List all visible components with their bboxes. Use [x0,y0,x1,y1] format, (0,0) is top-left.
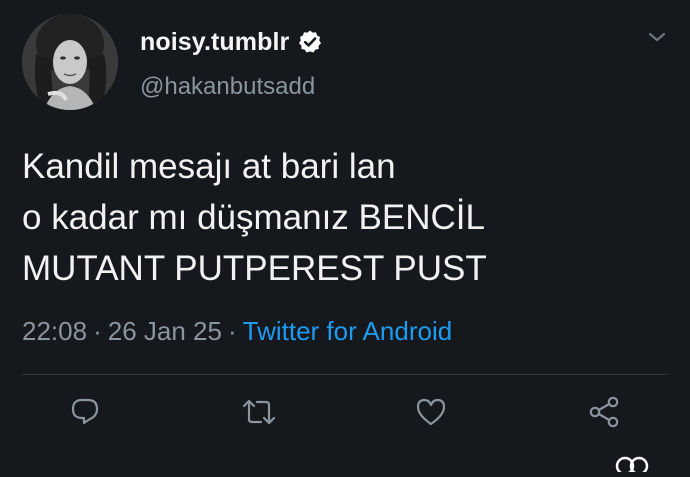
separator: · [227,316,237,346]
share-icon [586,394,622,435]
user-handle[interactable]: @hakanbutsadd [140,73,315,101]
retweet-button[interactable] [237,392,281,436]
display-name[interactable]: noisy.tumblr [140,28,289,57]
tweet-date: 26 Jan 25 [107,316,222,346]
tweet-time: 22:08 [22,316,88,346]
heart-icon [414,395,448,434]
verified-badge-icon [297,29,323,55]
like-button[interactable] [409,392,453,436]
avatar[interactable] [22,14,118,110]
tweet-meta: 22:08 · 26 Jan 25 · Twitter for Android [22,316,452,347]
share-button[interactable] [582,392,626,436]
retweet-icon [240,395,278,434]
separator: · [93,316,102,346]
reply-button[interactable] [63,392,107,436]
partial-icon-cutoff [612,452,652,476]
action-bar [0,392,690,436]
tweet-text-line: Kandil mesajı at bari lan [22,147,396,186]
tweet: noisy.tumblr @hakanbutsadd Kandil mesajı… [0,0,690,476]
divider [22,374,668,375]
tweet-text: Kandil mesajı at bari lan o kadar mı düş… [22,141,662,294]
tweet-source-link[interactable]: Twitter for Android [243,316,453,346]
chevron-down-icon[interactable] [645,28,669,46]
reply-icon [68,395,102,434]
tweet-text-line: o kadar mı düşmanız BENCİL [22,198,485,237]
author-row[interactable]: noisy.tumblr [140,27,323,57]
tweet-text-line: MUTANT PUTPEREST PUST [22,249,487,288]
